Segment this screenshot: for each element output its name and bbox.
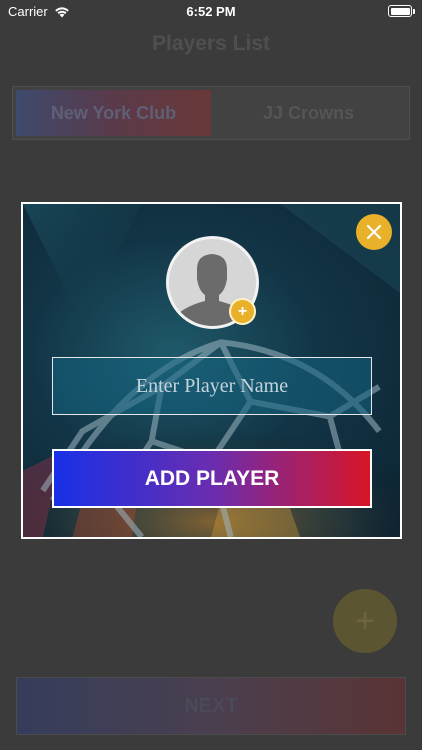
close-icon (366, 224, 382, 240)
team-tabs: New York Club JJ Crowns (12, 86, 410, 140)
add-player-dialog: + ADD PLAYER (21, 202, 402, 539)
add-photo-button[interactable]: + (229, 298, 256, 325)
next-button[interactable]: NEXT (16, 677, 406, 735)
page-title: Players List (152, 32, 270, 55)
tab-team-1[interactable]: New York Club (16, 90, 211, 136)
add-player-fab[interactable]: + (333, 589, 397, 653)
tab-team-2[interactable]: JJ Crowns (211, 90, 406, 136)
add-player-button[interactable]: ADD PLAYER (52, 449, 372, 508)
player-name-input[interactable] (52, 357, 372, 415)
close-button[interactable] (356, 214, 392, 250)
